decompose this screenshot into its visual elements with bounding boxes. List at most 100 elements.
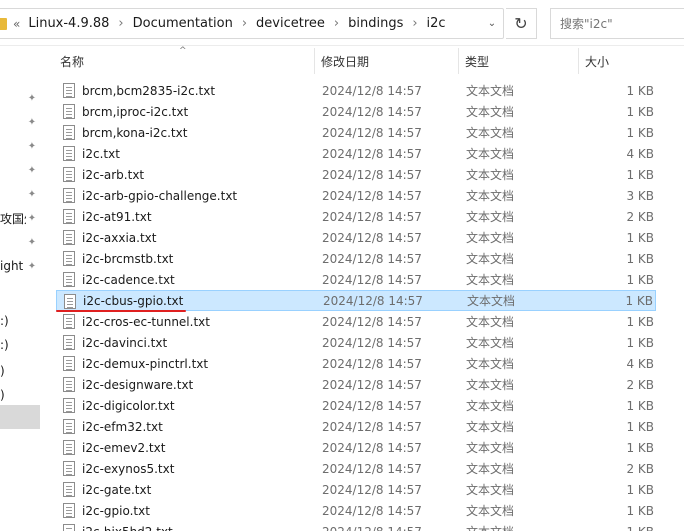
file-name: i2c-arb.txt [82,167,145,182]
pin-icon[interactable]: ✦ [26,261,38,273]
file-type: 文本文档 [466,357,515,371]
file-type: 文本文档 [466,483,515,497]
file-modified-date: 2024/12/8 14:57 [322,167,422,182]
file-type: 文本文档 [466,231,515,245]
file-modified-date: 2024/12/8 14:57 [322,461,422,476]
text-file-icon [63,125,75,140]
file-row[interactable]: i2c-at91.txt 2024/12/8 14:57 文本文档 2 KB [56,206,656,227]
breadcrumb-item-i2c[interactable]: i2c [427,16,446,31]
text-file-icon [63,440,75,455]
breadcrumb-item-documentation[interactable]: Documentation [133,16,233,31]
file-name: i2c-emev2.txt [82,440,166,455]
pin-icon[interactable]: ✦ [26,213,38,225]
file-name: i2c-davinci.txt [82,335,168,350]
file-modified-date: 2024/12/8 14:57 [322,314,422,329]
search-box[interactable] [550,8,684,39]
text-file-icon [63,377,75,392]
pin-icon[interactable]: ✦ [26,141,38,153]
file-name: brcm,iproc-i2c.txt [82,104,189,119]
file-size: 3 KB [626,188,654,203]
pin-icon[interactable]: ✦ [26,165,38,177]
nav-item-label[interactable]: 攻国外 [0,210,26,227]
file-row[interactable]: i2c-demux-pinctrl.txt 2024/12/8 14:57 文本文档… [56,353,656,374]
nav-item-label[interactable]: ight ‹ [0,259,26,273]
breadcrumb-item-bindings[interactable]: bindings [348,16,403,31]
file-row[interactable]: i2c-efm32.txt 2024/12/8 14:57 文本文档 1 KB [56,416,656,437]
file-modified-date: 2024/12/8 14:57 [322,503,422,518]
file-row[interactable]: i2c-gpio.txt 2024/12/8 14:57 文本文档 1 KB [56,500,656,521]
chevron-right-icon[interactable]: › [334,16,339,31]
file-name: i2c-axxia.txt [82,230,157,245]
text-file-icon [64,294,76,309]
file-name: i2c-cbus-gpio.txt [83,293,184,308]
file-row[interactable]: i2c-gate.txt 2024/12/8 14:57 文本文档 1 KB [56,479,656,500]
file-name: i2c-at91.txt [82,209,152,224]
file-modified-date: 2024/12/8 14:57 [322,125,422,140]
file-row[interactable]: i2c.txt 2024/12/8 14:57 文本文档 4 KB [56,143,656,164]
file-name: i2c.txt [82,146,120,161]
pin-icon[interactable]: ✦ [26,189,38,201]
address-bar[interactable]: « Linux-4.9.88 › Documentation › devicet… [0,8,504,39]
file-row[interactable]: i2c-cadence.txt 2024/12/8 14:57 文本文档 1 KB [56,269,656,290]
file-modified-date: 2024/12/8 14:57 [322,251,422,266]
file-row[interactable]: i2c-digicolor.txt 2024/12/8 14:57 文本文档 1 KB [56,395,656,416]
file-row[interactable]: brcm,kona-i2c.txt 2024/12/8 14:57 文本文档 1 KB [56,122,656,143]
file-row-selected[interactable]: i2c-cbus-gpio.txt 2024/12/8 14:57 文本文档 1 KB [56,290,656,311]
breadcrumb-overflow-button[interactable]: « [13,17,20,31]
file-size: 4 KB [626,356,654,371]
text-file-icon [63,335,75,350]
file-modified-date: 2024/12/8 14:57 [322,398,422,413]
file-name: i2c-arb-gpio-challenge.txt [82,188,238,203]
breadcrumb: « Linux-4.9.88 › Documentation › devicet… [13,16,446,31]
chevron-right-icon[interactable]: › [412,16,417,31]
file-row[interactable]: i2c-brcmstb.txt 2024/12/8 14:57 文本文档 1 KB [56,248,656,269]
nav-item-label[interactable]: ) [0,364,5,378]
column-header-modified[interactable]: 修改日期 [315,46,458,76]
file-row[interactable]: i2c-arb.txt 2024/12/8 14:57 文本文档 1 KB [56,164,656,185]
text-file-icon [63,167,75,182]
file-row[interactable]: brcm,bcm2835-i2c.txt 2024/12/8 14:57 文本文档 1… [56,80,656,101]
file-modified-date: 2024/12/8 14:57 [322,482,422,497]
file-row[interactable]: i2c-cros-ec-tunnel.txt 2024/12/8 14:57 文本文… [56,311,656,332]
file-name: i2c-cadence.txt [82,272,175,287]
nav-item-label[interactable]: ) [0,388,5,402]
chevron-right-icon[interactable]: › [118,16,123,31]
breadcrumb-item-linux[interactable]: Linux-4.9.88 [28,16,109,31]
search-input[interactable] [560,16,680,31]
file-row[interactable]: brcm,iproc-i2c.txt 2024/12/8 14:57 文本文档 1 K… [56,101,656,122]
chevron-right-icon[interactable]: › [242,16,247,31]
pin-icon[interactable]: ✦ [26,237,38,249]
file-row[interactable]: i2c-hix5hd2.txt 2024/12/8 14:57 文本文档 1 KB [56,521,656,531]
refresh-button[interactable]: ↻ [506,8,537,39]
pin-icon[interactable]: ✦ [26,117,38,129]
text-file-icon [63,104,75,119]
text-file-icon [63,419,75,434]
nav-item-selected[interactable] [0,405,40,429]
file-row[interactable]: i2c-arb-gpio-challenge.txt 2024/12/8 14:5… [56,185,656,206]
file-row[interactable]: i2c-designware.txt 2024/12/8 14:57 文本文档 2 K… [56,374,656,395]
file-row[interactable]: i2c-davinci.txt 2024/12/8 14:57 文本文档 1 KB [56,332,656,353]
nav-item-label[interactable]: :) [0,338,9,352]
pin-icon[interactable]: ✦ [26,93,38,105]
file-modified-date: 2024/12/8 14:57 [322,188,422,203]
text-file-icon [63,188,75,203]
file-size: 1 KB [626,167,654,182]
file-name: i2c-digicolor.txt [82,398,175,413]
text-file-icon [63,482,75,497]
nav-item-label[interactable]: :) [0,314,9,328]
file-name: i2c-gate.txt [82,482,152,497]
file-size: 1 KB [626,440,654,455]
chevron-down-icon[interactable]: ⌄ [481,9,503,38]
file-row[interactable]: i2c-axxia.txt 2024/12/8 14:57 文本文档 1 KB [56,227,656,248]
file-modified-date: 2024/12/8 14:57 [322,272,422,287]
column-header-type[interactable]: 类型 [459,46,578,76]
file-row[interactable]: i2c-emev2.txt 2024/12/8 14:57 文本文档 1 KB [56,437,656,458]
navigation-pane: ✦ ✦ ✦ ✦ ✦ ✦ ✦ ✦ 攻国外 ight ‹ :) :) ) ) [0,46,40,531]
column-header-name[interactable]: 名称 [54,46,314,76]
file-row[interactable]: i2c-exynos5.txt 2024/12/8 14:57 文本文档 2 KB [56,458,656,479]
file-size: 1 KB [626,272,654,287]
column-header-size[interactable]: 大小 [579,46,659,76]
file-type: 文本文档 [466,420,515,434]
breadcrumb-item-devicetree[interactable]: devicetree [256,16,325,31]
file-type: 文本文档 [466,147,515,161]
